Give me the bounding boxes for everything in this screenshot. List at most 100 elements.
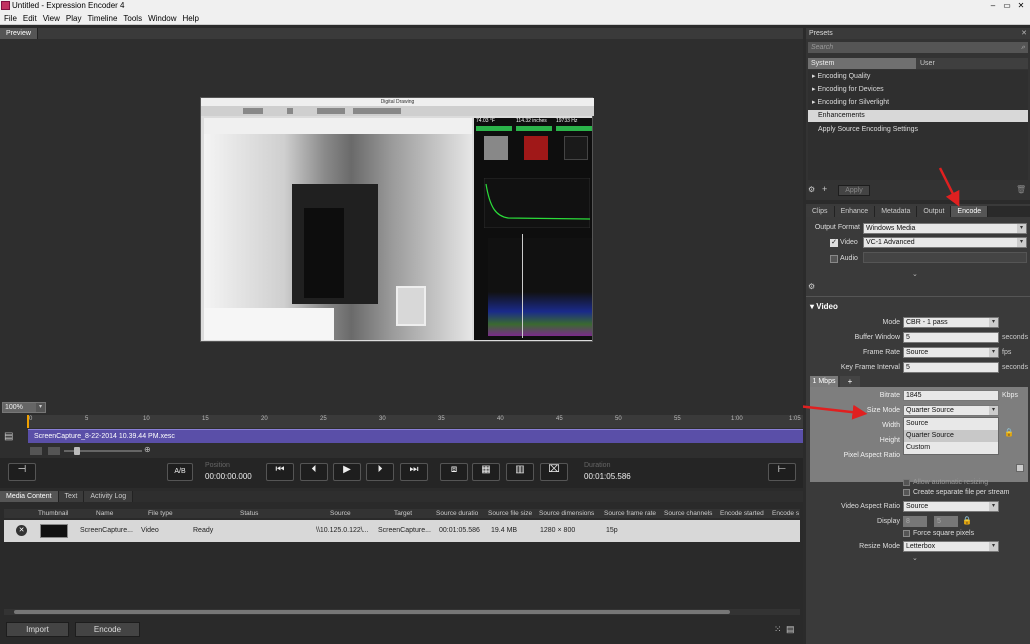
menu-play[interactable]: Play [63, 12, 85, 25]
col-status[interactable]: Status [240, 509, 258, 518]
allow-resizing-label: Allow automatic resizing [913, 479, 989, 486]
menu-tools[interactable]: Tools [120, 12, 145, 25]
timeline-clip[interactable]: ScreenCapture_8-22-2014 10.39.44 PM.xesc [28, 429, 803, 443]
tab-activity-log[interactable]: Activity Log [84, 491, 134, 502]
cut-clip-button[interactable]: ⌧ [540, 463, 568, 481]
list-view-icon[interactable]: ▤ [786, 624, 795, 635]
timeline-view-toggle-1[interactable] [30, 447, 42, 455]
height-label: Height [879, 437, 900, 444]
row-file-type: Video [141, 527, 159, 534]
collapse-chevron-icon[interactable]: ⌄ [912, 554, 918, 562]
display-width-input[interactable]: 8 [903, 516, 927, 527]
col-target[interactable]: Target [394, 509, 412, 518]
add-trailer-button[interactable]: ▥ [506, 463, 534, 481]
tick-20: 20 [261, 416, 268, 422]
title-bar: Untitled - Expression Encoder 4 – ▭ ✕ [0, 0, 1030, 12]
menu-bar: File Edit View Play Timeline Tools Window Help [0, 12, 1030, 25]
menu-file[interactable]: File [0, 12, 20, 25]
horizontal-scrollbar[interactable] [4, 609, 800, 615]
add-marker-right-button[interactable]: ⊢ [768, 463, 796, 481]
chevron-down-icon: ▾ [1017, 238, 1026, 247]
previous-frame-button[interactable]: ⏴ [300, 463, 328, 481]
window-title: Untitled - Expression Encoder 4 [12, 1, 125, 10]
presets-search-input[interactable]: Search ⌕ [808, 42, 1028, 53]
preset-item-encoding-devices[interactable]: ▸ Encoding for Devices [808, 83, 1028, 96]
ab-compare-button[interactable]: A/B [167, 463, 193, 481]
menu-edit[interactable]: Edit [20, 12, 40, 25]
preset-item-apply-source[interactable]: Apply Source Encoding Settings [808, 123, 1028, 136]
encode-button[interactable]: Encode [75, 622, 140, 637]
media-table-header: Thumbnail Name File type Status Source T… [4, 509, 800, 518]
delete-icon[interactable]: 🗑 [1016, 185, 1026, 195]
tick-55: 55 [674, 416, 681, 422]
size-mode-option-quarter[interactable]: Quarter Source [904, 430, 998, 442]
play-button[interactable]: ▶ [333, 463, 361, 481]
col-encode-s[interactable]: Encode s [772, 509, 799, 518]
duration-label: Duration [584, 462, 611, 469]
menu-window[interactable]: Window [145, 12, 179, 25]
lock-icon[interactable]: 🔒 [1004, 428, 1014, 437]
tab-media-content[interactable]: Media Content [0, 491, 59, 502]
media-content-panel: Media Content Text Activity Log Thumbnail … [0, 491, 803, 644]
col-file-type[interactable]: File type [148, 509, 173, 518]
row-source: \\10.125.0.122\... [316, 527, 369, 534]
display-height-input[interactable]: 5 [934, 516, 958, 527]
col-source-channels[interactable]: Source channels [664, 509, 712, 518]
resize-handle[interactable] [1016, 464, 1024, 472]
minimize-button[interactable]: – [986, 0, 1000, 11]
col-source-file-size[interactable]: Source file size [488, 509, 532, 518]
remove-item-icon[interactable]: ✕ [16, 525, 27, 536]
close-button[interactable]: ✕ [1014, 0, 1028, 11]
col-encode-started[interactable]: Encode started [720, 509, 764, 518]
timeline-view-toggle-2[interactable] [48, 447, 60, 455]
resize-mode-select[interactable]: Letterbox ▾ [903, 541, 999, 552]
chevron-down-icon: ▾ [989, 542, 998, 551]
tick-5: 5 [85, 416, 89, 422]
menu-timeline[interactable]: Timeline [84, 12, 120, 25]
preset-item-encoding-silverlight[interactable]: ▸ Encoding for Silverlight [808, 96, 1028, 109]
resize-mode-label: Resize Mode [859, 543, 900, 550]
col-source-frame-rate[interactable]: Source frame rate [604, 509, 656, 518]
timeline-zoom-thumb[interactable] [74, 447, 80, 455]
tick-15: 15 [202, 416, 209, 422]
zoom-select[interactable]: 100% ▾ [2, 402, 46, 413]
preset-item-encoding-quality[interactable]: ▸ Encoding Quality [808, 70, 1028, 83]
force-square-checkbox[interactable] [903, 530, 910, 537]
col-source-dimensions[interactable]: Source dimensions [539, 509, 594, 518]
menu-view[interactable]: View [40, 12, 63, 25]
row-dimensions: 1280 × 800 [540, 527, 576, 534]
scrollbar-thumb[interactable] [14, 610, 730, 614]
menu-help[interactable]: Help [180, 12, 202, 25]
add-leader-button[interactable]: ▦ [472, 463, 500, 481]
pin-icon[interactable]: ✕ [1021, 28, 1027, 39]
row-frame-rate: 15p [606, 527, 618, 534]
go-to-start-button[interactable]: ⏮ [266, 463, 294, 481]
next-frame-button[interactable]: ⏵ [366, 463, 394, 481]
table-row[interactable]: ✕ ScreenCapture... Video Ready \\10.125.… [4, 520, 800, 542]
split-clip-button[interactable]: ⧈ [440, 463, 468, 481]
grid-view-icon[interactable]: ⁙ [774, 624, 782, 635]
row-duration: 00:01:05.586 [439, 527, 480, 534]
tab-user[interactable]: User [916, 58, 1028, 69]
col-thumbnail[interactable]: Thumbnail [38, 509, 68, 518]
col-name[interactable]: Name [96, 509, 113, 518]
tab-preview[interactable]: Preview [0, 28, 38, 39]
separate-file-checkbox[interactable] [903, 489, 910, 496]
import-button[interactable]: Import [6, 622, 69, 637]
video-aspect-ratio-select[interactable]: Source ▾ [903, 501, 999, 512]
buffer-window-unit: seconds [1002, 334, 1029, 341]
zoom-in-icon[interactable]: ⊕ [144, 445, 151, 454]
tab-text[interactable]: Text [58, 491, 85, 502]
add-marker-left-button[interactable]: ⊣ [8, 463, 36, 481]
maximize-button[interactable]: ▭ [1000, 0, 1014, 11]
go-to-end-button[interactable]: ⏭ [400, 463, 428, 481]
allow-resizing-checkbox[interactable] [903, 479, 910, 486]
display-lock-icon[interactable]: 🔒 [962, 516, 972, 525]
preset-item-enhancements[interactable]: Enhancements [808, 110, 1028, 122]
size-mode-option-custom[interactable]: Custom [904, 442, 998, 454]
col-source-duration[interactable]: Source duratio [436, 509, 478, 518]
row-target: ScreenCapture... [378, 527, 431, 534]
pixel-aspect-ratio-label: Pixel Aspect Ratio [843, 452, 900, 459]
col-source[interactable]: Source [330, 509, 351, 518]
tab-system[interactable]: System [808, 58, 916, 69]
